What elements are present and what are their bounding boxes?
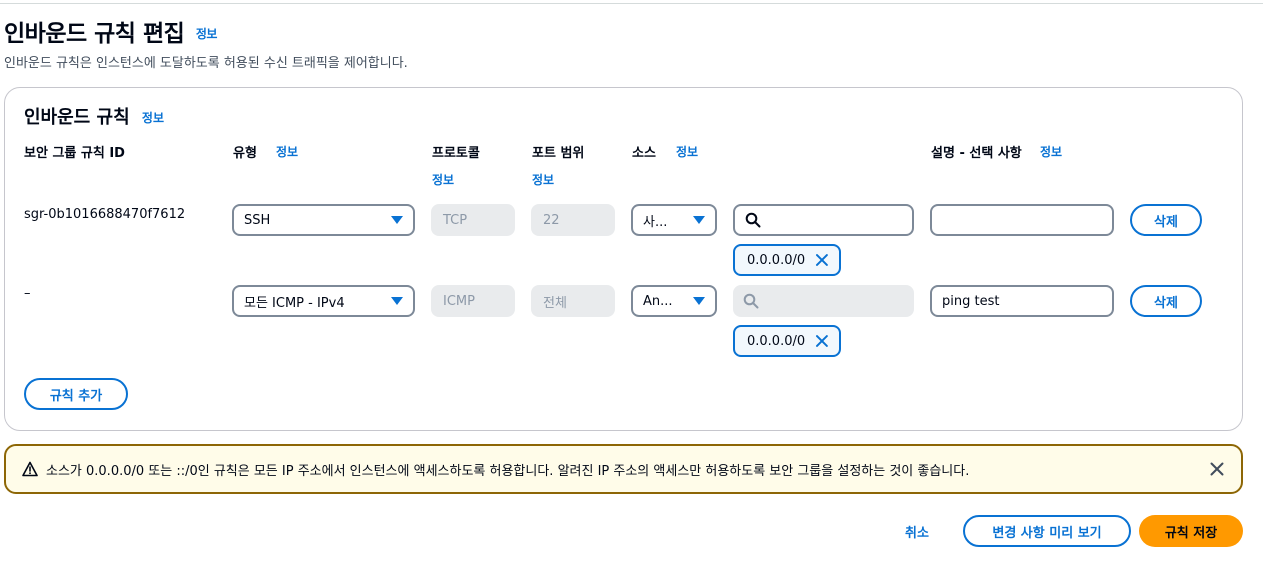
inbound-rules-panel <box>4 87 1243 431</box>
search-icon <box>745 212 761 228</box>
col-header-type: 유형 <box>233 146 257 161</box>
save-rules-button[interactable]: 규칙 저장 <box>1139 515 1243 547</box>
protocol-field: ICMP <box>431 285 515 317</box>
col-header-protocol: 프로토콜 <box>432 146 480 161</box>
caret-down-icon <box>693 216 705 224</box>
port-range-field: 22 <box>531 204 615 236</box>
description-input[interactable] <box>930 204 1114 236</box>
delete-rule-button[interactable]: 삭제 <box>1130 204 1202 236</box>
source-type-value: An... <box>643 293 673 309</box>
col-header-description: 설명 - 선택 사항 <box>931 146 1022 161</box>
top-divider <box>0 3 1263 4</box>
page-description: 인바운드 규칙은 인스턴스에 도달하도록 허용된 수신 트래픽을 제어합니다. <box>4 56 408 71</box>
cidr-token-label: 0.0.0.0/0 <box>747 333 806 349</box>
type-select-value: SSH <box>244 212 271 228</box>
title-info-link[interactable]: 정보 <box>196 27 218 41</box>
col-protocol-info-link[interactable]: 정보 <box>432 171 454 188</box>
description-input[interactable]: ping test <box>930 285 1114 317</box>
source-type-value: 사... <box>643 214 668 230</box>
col-source-info-link[interactable]: 정보 <box>676 143 698 160</box>
close-icon[interactable] <box>1209 461 1225 477</box>
col-header-port-range: 포트 범위 <box>532 146 585 161</box>
warning-text: 소스가 0.0.0.0/0 또는 ::/0인 규칙은 모든 IP 주소에서 인스… <box>46 463 970 479</box>
cidr-token: 0.0.0.0/0 <box>733 244 841 276</box>
col-description-info-link[interactable]: 정보 <box>1040 143 1062 160</box>
add-rule-button[interactable]: 규칙 추가 <box>24 378 128 410</box>
col-port-info-link[interactable]: 정보 <box>532 171 554 188</box>
caret-down-icon <box>693 297 705 305</box>
protocol-field: TCP <box>431 204 515 236</box>
col-header-source: 소스 <box>632 146 656 161</box>
remove-token-icon[interactable] <box>815 253 829 267</box>
source-search-input[interactable] <box>733 204 914 236</box>
type-select[interactable]: SSH <box>232 204 415 236</box>
page-title-text: 인바운드 규칙 편집 <box>4 21 185 47</box>
type-select[interactable]: 모든 ICMP - IPv4 <box>232 285 415 317</box>
cidr-token: 0.0.0.0/0 <box>733 325 841 357</box>
port-range-field: 전체 <box>531 285 615 317</box>
delete-rule-button[interactable]: 삭제 <box>1130 285 1202 317</box>
source-search-input <box>733 285 914 317</box>
preview-changes-button[interactable]: 변경 사항 미리 보기 <box>963 515 1131 547</box>
caret-down-icon <box>391 297 403 305</box>
col-type-info-link[interactable]: 정보 <box>276 143 298 160</box>
source-type-select[interactable]: 사... <box>631 204 717 236</box>
rule-id-cell: sgr-0b1016688470f7612 <box>24 207 186 222</box>
warning-alert: 소스가 0.0.0.0/0 또는 ::/0인 규칙은 모든 IP 주소에서 인스… <box>4 444 1243 494</box>
cidr-token-label: 0.0.0.0/0 <box>747 252 806 268</box>
panel-title: 인바운드 규칙 정보 <box>24 103 164 129</box>
remove-token-icon[interactable] <box>815 334 829 348</box>
page-title: 인바운드 규칙 편집 정보 <box>4 14 217 48</box>
type-select-value: 모든 ICMP - IPv4 <box>244 295 345 311</box>
warning-icon <box>22 461 38 477</box>
cancel-button[interactable]: 취소 <box>905 522 929 541</box>
rule-id-cell: – <box>24 286 31 301</box>
description-value: ping test <box>942 293 1000 309</box>
panel-title-text: 인바운드 규칙 <box>24 107 130 128</box>
source-type-select[interactable]: An... <box>631 285 717 317</box>
col-header-rule-id: 보안 그룹 규칙 ID <box>24 146 125 161</box>
panel-info-link[interactable]: 정보 <box>142 111 164 125</box>
caret-down-icon <box>391 216 403 224</box>
search-icon <box>743 293 759 309</box>
